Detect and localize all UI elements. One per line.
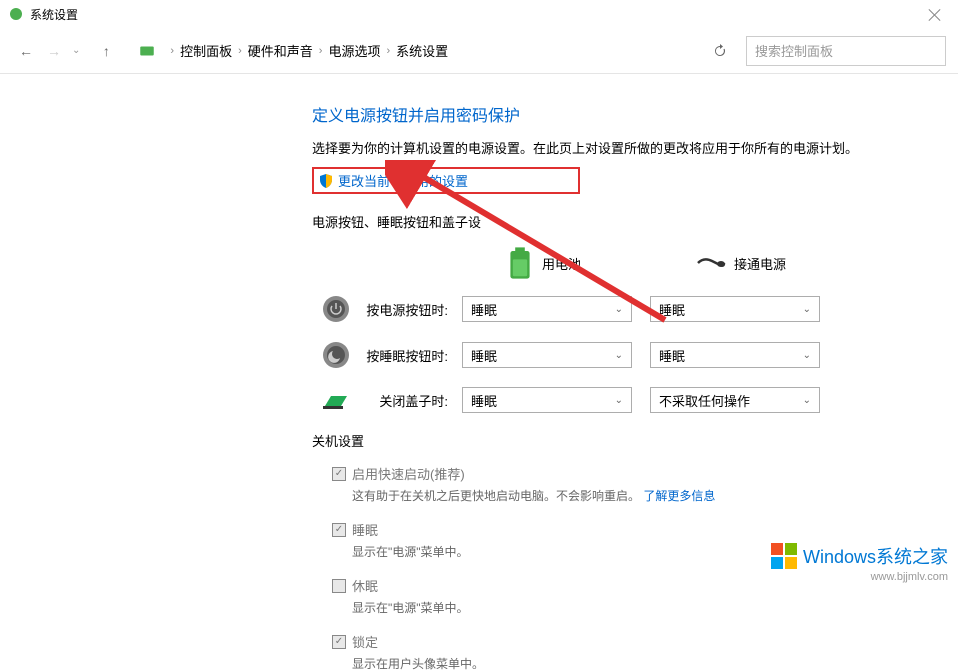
refresh-icon — [712, 43, 728, 59]
breadcrumb: › 控制面板 › 硬件和声音 › 电源选项 › 系统设置 — [138, 41, 706, 60]
chevron-right-icon: › — [386, 45, 390, 57]
lid-close-row: 关闭盖子时: 睡眠⌄ 不采取任何操作⌄ — [312, 387, 958, 413]
nav-up-button[interactable]: ↑ — [92, 37, 120, 65]
lid-plugged-dropdown[interactable]: 不采取任何操作⌄ — [650, 387, 820, 413]
plug-icon — [696, 253, 726, 273]
chevron-down-icon: ⌄ — [803, 304, 811, 315]
sleep-button-icon — [322, 341, 350, 369]
close-icon[interactable] — [928, 8, 942, 22]
power-button-battery-dropdown[interactable]: 睡眠⌄ — [462, 296, 632, 322]
lock-label: 锁定 — [352, 632, 378, 651]
nav-history-chevron-icon[interactable]: ⌄ — [72, 45, 80, 56]
fast-startup-desc: 这有助于在关机之后更快地启动电脑。不会影响重启。 了解更多信息 — [352, 487, 958, 504]
watermark: Windows系统之家 www.bjjmlv.com — [771, 543, 948, 583]
chevron-down-icon: ⌄ — [803, 350, 811, 361]
refresh-button[interactable] — [706, 37, 734, 65]
sleep-button-label: 按睡眠按钮时: — [360, 346, 462, 365]
fast-startup-checkbox[interactable] — [332, 467, 346, 481]
search-input[interactable]: 搜索控制面板 — [746, 36, 946, 66]
breadcrumb-item-3[interactable]: 系统设置 — [396, 41, 448, 60]
plugged-column-label: 接通电源 — [734, 254, 786, 273]
lock-checkbox[interactable] — [332, 635, 346, 649]
sleep-label: 睡眠 — [352, 520, 378, 539]
chevron-right-icon: › — [238, 45, 242, 57]
buttons-section-label: 电源按钮、睡眠按钮和盖子设 — [312, 212, 958, 231]
chevron-down-icon: ⌄ — [615, 350, 623, 361]
chevron-down-icon: ⌄ — [615, 304, 623, 315]
chevron-right-icon: › — [319, 45, 323, 57]
chevron-down-icon: ⌄ — [803, 395, 811, 406]
hibernate-label: 休眠 — [352, 576, 378, 595]
watermark-url: www.bjjmlv.com — [771, 571, 948, 583]
power-button-label: 按电源按钮时: — [360, 300, 462, 319]
window-title: 系统设置 — [30, 6, 78, 23]
watermark-text: Windows系统之家 — [803, 543, 948, 569]
sleep-button-row: 按睡眠按钮时: 睡眠⌄ 睡眠⌄ — [312, 341, 958, 369]
page-title: 定义电源按钮并启用密码保护 — [312, 102, 958, 126]
lid-battery-dropdown[interactable]: 睡眠⌄ — [462, 387, 632, 413]
page-description: 选择要为你的计算机设置的电源设置。在此页上对设置所做的更改将应用于你所有的电源计… — [312, 138, 958, 157]
control-panel-icon — [138, 42, 156, 60]
nav-back-button[interactable]: ← — [12, 37, 40, 65]
breadcrumb-item-2[interactable]: 电源选项 — [328, 41, 380, 60]
chevron-down-icon: ⌄ — [615, 395, 623, 406]
breadcrumb-item-1[interactable]: 硬件和声音 — [248, 41, 313, 60]
battery-column-label: 用电池 — [542, 254, 581, 273]
shield-icon — [318, 173, 334, 189]
breadcrumb-item-0[interactable]: 控制面板 — [180, 41, 232, 60]
lid-close-label: 关闭盖子时: — [360, 391, 462, 410]
hibernate-desc: 显示在"电源"菜单中。 — [352, 599, 958, 616]
fast-startup-label: 启用快速启动(推荐) — [352, 464, 465, 483]
learn-more-link[interactable]: 了解更多信息 — [643, 489, 715, 503]
hibernate-checkbox[interactable] — [332, 579, 346, 593]
windows-logo-icon — [771, 543, 797, 569]
change-settings-link[interactable]: 更改当前不可用的设置 — [312, 167, 580, 194]
chevron-right-icon: › — [170, 45, 174, 57]
power-button-plugged-dropdown[interactable]: 睡眠⌄ — [650, 296, 820, 322]
power-button-row: 按电源按钮时: 睡眠⌄ 睡眠⌄ — [312, 295, 958, 323]
nav-forward-button[interactable]: → — [40, 37, 68, 65]
sleep-checkbox[interactable] — [332, 523, 346, 537]
power-button-icon — [322, 295, 350, 323]
app-icon — [8, 6, 24, 22]
battery-icon — [506, 245, 534, 281]
lid-icon — [321, 388, 351, 412]
sleep-button-plugged-dropdown[interactable]: 睡眠⌄ — [650, 342, 820, 368]
lock-desc: 显示在用户头像菜单中。 — [352, 655, 958, 672]
sleep-button-battery-dropdown[interactable]: 睡眠⌄ — [462, 342, 632, 368]
shutdown-section-title: 关机设置 — [312, 431, 958, 450]
